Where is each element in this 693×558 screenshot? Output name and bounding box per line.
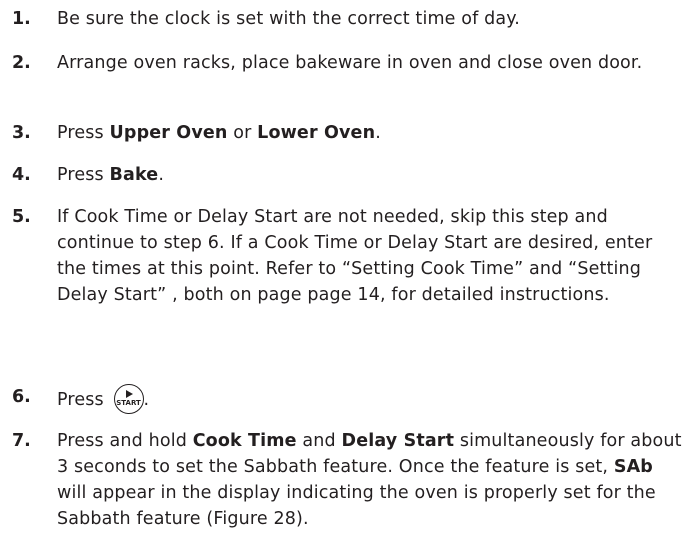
- bake-key-label: Bake: [109, 165, 159, 185]
- step-text-part: or: [227, 123, 258, 143]
- delay-start-key-label: Delay Start: [341, 431, 455, 451]
- play-icon: [125, 390, 133, 398]
- step-text: Arrange oven racks, place bakeware in ov…: [57, 53, 643, 73]
- step-number: 4.: [12, 165, 31, 185]
- step-text-part: Press: [57, 165, 110, 185]
- step-text: Press and hold Cook Time and Delay Start…: [57, 428, 687, 532]
- start-button-icon: START: [113, 384, 144, 414]
- step-text-part: Press: [57, 123, 110, 143]
- step-text-part: .: [375, 123, 381, 143]
- step-text-part: and: [296, 431, 342, 451]
- step-number: 3.: [12, 123, 31, 143]
- step-text-part: Press: [57, 390, 110, 410]
- start-button-label: START: [116, 399, 141, 407]
- lower-oven-key-label: Lower Oven: [257, 123, 376, 143]
- step-text-part: .: [143, 390, 150, 410]
- step-number: 5.: [12, 207, 31, 227]
- step-text: Press START.: [57, 384, 687, 414]
- step-number: 1.: [12, 9, 31, 29]
- step-text-part: will appear in the display indicating th…: [57, 483, 656, 529]
- sab-display-label: SAb: [613, 457, 653, 477]
- step-text-part: .: [158, 165, 165, 185]
- upper-oven-key-label: Upper Oven: [109, 123, 228, 143]
- step-text-part: Press and hold: [57, 431, 193, 451]
- step-text: If Cook Time or Delay Start are not need…: [57, 207, 653, 305]
- step-number: 6.: [12, 387, 31, 407]
- step-text: Press Upper Oven or Lower Oven.: [57, 120, 687, 146]
- step-number: 2.: [12, 53, 31, 73]
- step-text: Press Bake.: [57, 162, 687, 188]
- step-text: Be sure the clock is set with the correc…: [57, 9, 521, 29]
- cook-time-key-label: Cook Time: [192, 431, 297, 451]
- step-number: 7.: [12, 431, 31, 451]
